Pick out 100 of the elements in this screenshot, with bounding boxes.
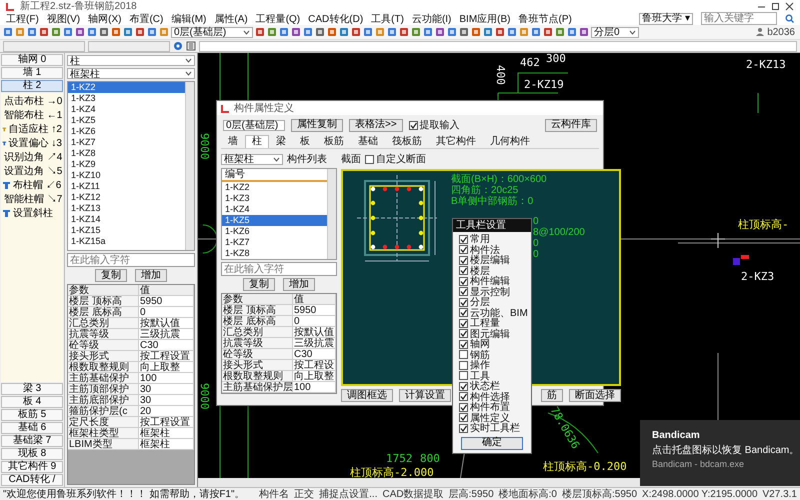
checkbox[interactable] (459, 392, 468, 402)
category-button[interactable]: CAD转化 / (1, 474, 63, 486)
tab[interactable]: 几何构件 (483, 135, 537, 148)
column-tool-button[interactable]: 识别边角 ↗4 (1, 151, 63, 163)
checkbox[interactable] (459, 287, 468, 296)
component-type-select[interactable]: 柱 (67, 55, 195, 66)
component-list-item[interactable]: 1-KZ9 (68, 159, 185, 170)
component-list-item[interactable]: 1-KZ13 (68, 203, 185, 214)
checkbox[interactable] (459, 360, 468, 370)
menu-item[interactable]: 工具(T) (371, 12, 404, 26)
menu-item[interactable]: 编辑(M) (171, 12, 206, 26)
panel-button[interactable]: 复制 (95, 269, 127, 282)
component-list-item[interactable]: 1-KZ11 (68, 181, 185, 192)
category-button[interactable]: 基础梁 7 (1, 435, 63, 447)
component-list-item[interactable]: 1-KZ6 (222, 226, 327, 237)
tab[interactable]: 筏板筋 (385, 135, 429, 148)
dialog-button[interactable]: 断面选择 (569, 389, 621, 402)
table-cell[interactable]: 按默认值 (139, 318, 194, 329)
column-tool-button[interactable]: 智能柱帽 ↘7 (1, 193, 63, 205)
checkbox[interactable] (459, 413, 468, 422)
table-cell[interactable]: 框架柱 (139, 439, 194, 450)
layer-select[interactable]: 分层0 (591, 26, 639, 38)
category-button[interactable]: 其它构件 9 (1, 461, 63, 473)
column-tool-button[interactable]: 点击布柱 →0 (1, 95, 63, 107)
tab[interactable]: 板 (293, 135, 317, 148)
table-cell[interactable]: C30 (293, 349, 336, 360)
column-tool-button[interactable]: 智能布柱 ←1 (1, 109, 63, 121)
menu-item[interactable]: 轴网(X) (88, 12, 122, 26)
scrollbar[interactable] (185, 82, 194, 250)
column-tool-button[interactable]: 自适应柱 ↑2 (1, 123, 63, 135)
menu-item[interactable]: 视图(V) (46, 12, 80, 26)
checkbox[interactable] (459, 402, 468, 412)
table-cell[interactable]: 30 (139, 384, 194, 395)
dialog-button[interactable]: 计算设置 (399, 389, 451, 402)
checkbox[interactable] (459, 329, 468, 338)
component-list-item[interactable]: 1-KZ5 (222, 215, 327, 226)
category-button[interactable]: 板 4 (1, 396, 63, 408)
component-list-item[interactable]: 1-KZ14 (68, 214, 185, 225)
floor-select[interactable]: 0层(基础层) (223, 120, 285, 130)
checkbox[interactable] (365, 154, 374, 164)
category-button[interactable]: 现板 8 (1, 448, 63, 460)
component-list-item[interactable]: 1-KZ15a (68, 236, 185, 247)
table-cell[interactable]: 按默认值 (293, 327, 336, 338)
checkbox[interactable] (459, 340, 468, 349)
cloud-library-button[interactable]: 云构件库 (545, 118, 597, 132)
column-tool-button[interactable]: 设置偏心 ↓3 (1, 137, 63, 149)
menu-item[interactable]: BIM应用(B) (459, 12, 510, 26)
component-list-item[interactable]: 1-KZ15 (68, 225, 185, 236)
component-list-item[interactable]: 1-KZ7 (68, 137, 185, 148)
dialog-button[interactable]: 调图框选 (341, 389, 393, 402)
floor-select[interactable]: 0层(基础层) (171, 26, 253, 38)
column-tool-button[interactable]: 布柱帽 ↙6 (1, 179, 63, 191)
checkbox[interactable] (459, 256, 468, 265)
component-list-item[interactable]: 1-KZ10 (68, 170, 185, 181)
component-list-item[interactable]: 1-KZ2 (222, 182, 327, 193)
table-cell[interactable]: C30 (139, 340, 194, 351)
checkbox[interactable] (459, 276, 468, 286)
table-cell[interactable]: 三级抗震 (139, 329, 194, 340)
dialog-button[interactable]: 属性复制 (291, 118, 343, 132)
checkbox[interactable] (459, 424, 468, 433)
table-cell[interactable]: 30 (139, 395, 194, 406)
search-field[interactable]: 在此输入字符 (67, 253, 195, 267)
tab[interactable]: 墙 (221, 135, 245, 148)
component-list-item[interactable]: 1-KZ4 (68, 104, 185, 115)
component-list-item[interactable]: 1-KZ2 (68, 82, 185, 93)
checkbox[interactable] (459, 382, 468, 391)
component-type-select[interactable]: 框架柱 (221, 154, 283, 164)
table-cell[interactable]: 按工程设置 (139, 417, 194, 428)
table-cell[interactable]: 20 (139, 406, 194, 417)
table-cell[interactable]: 100 (293, 382, 336, 393)
help-scope-select[interactable]: 鲁班大学 ▾ (639, 12, 693, 24)
component-list-item[interactable]: 1-KZ4 (222, 204, 327, 215)
component-list-item[interactable]: 1-KZ3 (222, 193, 327, 204)
category-button[interactable]: 基础 6 (1, 422, 63, 434)
table-cell[interactable]: 100 (139, 373, 194, 384)
checkbox[interactable] (408, 120, 418, 130)
dialog-button[interactable]: 筋 (541, 389, 563, 402)
menu-item[interactable]: 鲁班节点(P) (518, 12, 572, 26)
component-list-item[interactable]: 1-KZ3 (68, 93, 185, 104)
column-tool-button[interactable]: 设置斜柱 (1, 207, 63, 219)
menu-item[interactable]: 属性(A) (214, 12, 248, 26)
component-list-item[interactable]: 1-KZ5 (68, 115, 185, 126)
menu-item[interactable]: 布置(C) (129, 12, 164, 26)
component-list-item[interactable]: 1-KZ7 (222, 237, 327, 248)
panel-button[interactable]: 复制 (243, 278, 275, 291)
category-button[interactable]: 轴网 0 (1, 54, 63, 66)
table-cell[interactable]: 0 (139, 307, 194, 318)
table-cell[interactable]: 5950 (293, 305, 336, 316)
table-cell[interactable]: 向上取整 (139, 362, 194, 373)
component-list-item[interactable]: 1-KZ8 (222, 248, 327, 259)
column-tool-button[interactable]: 设置边角 ↘5 (1, 165, 63, 177)
component-list-item[interactable]: 1-KZ6 (68, 126, 185, 137)
category-button[interactable]: 墙 1 (1, 67, 63, 79)
table-cell[interactable]: 框架柱 (139, 428, 194, 439)
tab[interactable]: 基础 (351, 135, 385, 148)
tab[interactable]: 其它构件 (429, 135, 483, 148)
table-cell[interactable]: 0 (293, 316, 336, 327)
dialog-button[interactable]: 表格法>> (349, 118, 403, 132)
table-cell[interactable]: 向上取整 (293, 371, 336, 382)
ok-button[interactable]: 确定 (461, 436, 523, 450)
